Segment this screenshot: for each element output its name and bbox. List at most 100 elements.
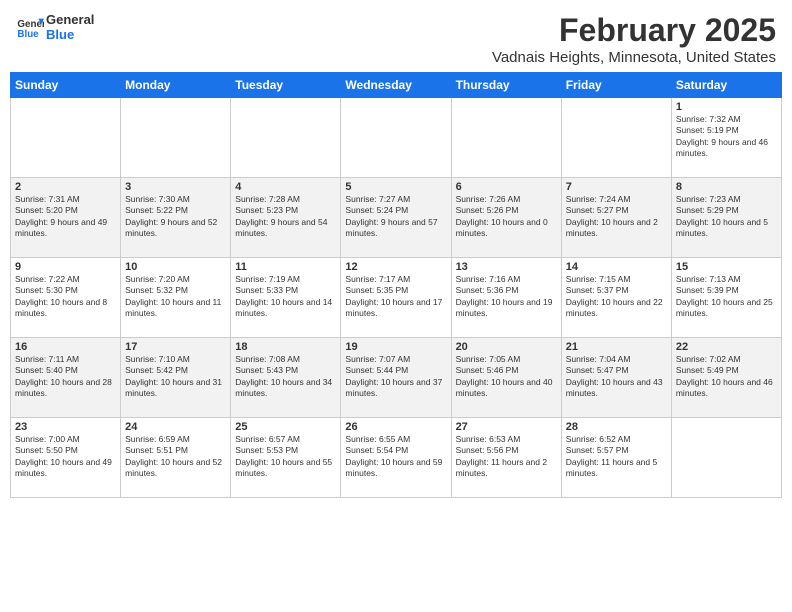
title-block: February 2025 Vadnais Heights, Minnesota… [492,12,776,66]
day-cell: 15Sunrise: 7:13 AM Sunset: 5:39 PM Dayli… [671,258,781,338]
day-info: Sunrise: 7:11 AM Sunset: 5:40 PM Dayligh… [15,354,116,400]
day-cell: 14Sunrise: 7:15 AM Sunset: 5:37 PM Dayli… [561,258,671,338]
day-cell [451,98,561,178]
day-number: 9 [15,261,116,273]
calendar-title: February 2025 [492,12,776,49]
day-number: 7 [566,181,667,193]
day-info: Sunrise: 7:23 AM Sunset: 5:29 PM Dayligh… [676,194,777,240]
week-row-4: 16Sunrise: 7:11 AM Sunset: 5:40 PM Dayli… [11,338,782,418]
logo-icon: General Blue [16,13,44,41]
day-cell: 9Sunrise: 7:22 AM Sunset: 5:30 PM Daylig… [11,258,121,338]
day-header-thursday: Thursday [451,73,561,98]
day-info: Sunrise: 7:28 AM Sunset: 5:23 PM Dayligh… [235,194,336,240]
day-info: Sunrise: 7:27 AM Sunset: 5:24 PM Dayligh… [345,194,446,240]
calendar-wrap: SundayMondayTuesdayWednesdayThursdayFrid… [0,72,792,504]
day-info: Sunrise: 6:57 AM Sunset: 5:53 PM Dayligh… [235,434,336,480]
day-cell: 11Sunrise: 7:19 AM Sunset: 5:33 PM Dayli… [231,258,341,338]
day-number: 20 [456,341,557,353]
day-cell: 23Sunrise: 7:00 AM Sunset: 5:50 PM Dayli… [11,418,121,498]
day-cell: 6Sunrise: 7:26 AM Sunset: 5:26 PM Daylig… [451,178,561,258]
day-cell [11,98,121,178]
logo-line1: General [46,12,94,27]
day-number: 13 [456,261,557,273]
day-cell: 20Sunrise: 7:05 AM Sunset: 5:46 PM Dayli… [451,338,561,418]
day-number: 11 [235,261,336,273]
day-info: Sunrise: 7:31 AM Sunset: 5:20 PM Dayligh… [15,194,116,240]
day-number: 19 [345,341,446,353]
day-cell: 22Sunrise: 7:02 AM Sunset: 5:49 PM Dayli… [671,338,781,418]
day-info: Sunrise: 6:52 AM Sunset: 5:57 PM Dayligh… [566,434,667,480]
day-number: 22 [676,341,777,353]
day-info: Sunrise: 7:19 AM Sunset: 5:33 PM Dayligh… [235,274,336,320]
week-row-5: 23Sunrise: 7:00 AM Sunset: 5:50 PM Dayli… [11,418,782,498]
day-cell: 12Sunrise: 7:17 AM Sunset: 5:35 PM Dayli… [341,258,451,338]
day-header-sunday: Sunday [11,73,121,98]
day-number: 2 [15,181,116,193]
day-number: 15 [676,261,777,273]
day-number: 23 [15,421,116,433]
day-cell: 5Sunrise: 7:27 AM Sunset: 5:24 PM Daylig… [341,178,451,258]
day-number: 3 [125,181,226,193]
day-header-row: SundayMondayTuesdayWednesdayThursdayFrid… [11,73,782,98]
day-header-friday: Friday [561,73,671,98]
day-number: 24 [125,421,226,433]
day-cell: 24Sunrise: 6:59 AM Sunset: 5:51 PM Dayli… [121,418,231,498]
day-cell [231,98,341,178]
day-info: Sunrise: 7:26 AM Sunset: 5:26 PM Dayligh… [456,194,557,240]
logo-line2: Blue [46,27,94,42]
day-number: 28 [566,421,667,433]
svg-text:Blue: Blue [17,29,39,40]
week-row-2: 2Sunrise: 7:31 AM Sunset: 5:20 PM Daylig… [11,178,782,258]
day-info: Sunrise: 6:55 AM Sunset: 5:54 PM Dayligh… [345,434,446,480]
day-info: Sunrise: 7:17 AM Sunset: 5:35 PM Dayligh… [345,274,446,320]
day-cell: 27Sunrise: 6:53 AM Sunset: 5:56 PM Dayli… [451,418,561,498]
day-info: Sunrise: 6:53 AM Sunset: 5:56 PM Dayligh… [456,434,557,480]
day-info: Sunrise: 7:15 AM Sunset: 5:37 PM Dayligh… [566,274,667,320]
header: General Blue General Blue February 2025 … [0,0,792,72]
day-info: Sunrise: 7:08 AM Sunset: 5:43 PM Dayligh… [235,354,336,400]
day-info: Sunrise: 7:20 AM Sunset: 5:32 PM Dayligh… [125,274,226,320]
day-cell: 25Sunrise: 6:57 AM Sunset: 5:53 PM Dayli… [231,418,341,498]
day-cell: 10Sunrise: 7:20 AM Sunset: 5:32 PM Dayli… [121,258,231,338]
day-number: 8 [676,181,777,193]
day-number: 14 [566,261,667,273]
day-number: 1 [676,101,777,113]
day-cell: 17Sunrise: 7:10 AM Sunset: 5:42 PM Dayli… [121,338,231,418]
day-header-monday: Monday [121,73,231,98]
day-cell [561,98,671,178]
day-number: 17 [125,341,226,353]
day-number: 18 [235,341,336,353]
day-info: Sunrise: 7:32 AM Sunset: 5:19 PM Dayligh… [676,114,777,160]
day-number: 21 [566,341,667,353]
day-cell: 1Sunrise: 7:32 AM Sunset: 5:19 PM Daylig… [671,98,781,178]
week-row-3: 9Sunrise: 7:22 AM Sunset: 5:30 PM Daylig… [11,258,782,338]
day-info: Sunrise: 7:13 AM Sunset: 5:39 PM Dayligh… [676,274,777,320]
logo: General Blue General Blue [16,12,94,42]
day-cell: 3Sunrise: 7:30 AM Sunset: 5:22 PM Daylig… [121,178,231,258]
day-number: 25 [235,421,336,433]
day-cell: 4Sunrise: 7:28 AM Sunset: 5:23 PM Daylig… [231,178,341,258]
day-info: Sunrise: 7:07 AM Sunset: 5:44 PM Dayligh… [345,354,446,400]
day-number: 10 [125,261,226,273]
day-cell: 13Sunrise: 7:16 AM Sunset: 5:36 PM Dayli… [451,258,561,338]
day-cell: 21Sunrise: 7:04 AM Sunset: 5:47 PM Dayli… [561,338,671,418]
day-info: Sunrise: 7:16 AM Sunset: 5:36 PM Dayligh… [456,274,557,320]
day-number: 27 [456,421,557,433]
day-cell [121,98,231,178]
day-cell: 7Sunrise: 7:24 AM Sunset: 5:27 PM Daylig… [561,178,671,258]
day-header-wednesday: Wednesday [341,73,451,98]
day-number: 4 [235,181,336,193]
day-info: Sunrise: 7:05 AM Sunset: 5:46 PM Dayligh… [456,354,557,400]
day-cell: 16Sunrise: 7:11 AM Sunset: 5:40 PM Dayli… [11,338,121,418]
day-info: Sunrise: 7:10 AM Sunset: 5:42 PM Dayligh… [125,354,226,400]
day-info: Sunrise: 7:00 AM Sunset: 5:50 PM Dayligh… [15,434,116,480]
day-info: Sunrise: 7:22 AM Sunset: 5:30 PM Dayligh… [15,274,116,320]
day-header-tuesday: Tuesday [231,73,341,98]
day-number: 16 [15,341,116,353]
day-cell [671,418,781,498]
day-number: 12 [345,261,446,273]
day-number: 5 [345,181,446,193]
day-cell [341,98,451,178]
day-cell: 19Sunrise: 7:07 AM Sunset: 5:44 PM Dayli… [341,338,451,418]
calendar-table: SundayMondayTuesdayWednesdayThursdayFrid… [10,72,782,498]
